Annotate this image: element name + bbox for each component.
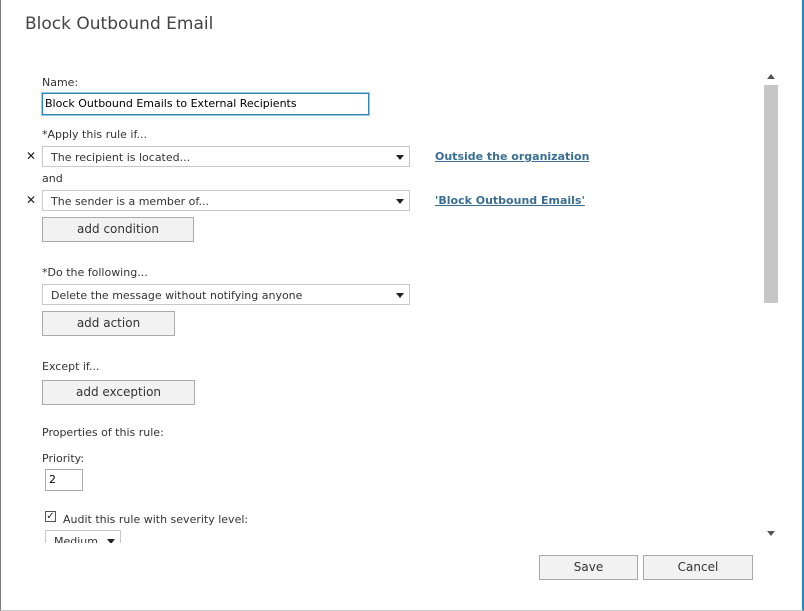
properties-label: Properties of this rule:	[42, 426, 164, 439]
chevron-down-icon	[396, 155, 404, 160]
remove-condition-1-icon[interactable]: ✕	[26, 149, 36, 163]
scroll-thumb[interactable]	[764, 85, 778, 303]
and-label: and	[42, 172, 63, 185]
condition-2-link[interactable]: 'Block Outbound Emails'	[435, 194, 585, 207]
form-scroll-area: Name: Block Outbound Emails to External …	[1, 68, 763, 543]
scroll-up-icon[interactable]	[767, 74, 775, 79]
scroll-down-icon[interactable]	[767, 531, 775, 536]
cancel-button[interactable]: Cancel	[643, 555, 753, 580]
action-select[interactable]: Delete the message without notifying any…	[42, 284, 410, 305]
dialog-window: Block Outbound Email Name: Block Outboun…	[0, 0, 804, 611]
dialog-title: Block Outbound Email	[25, 14, 214, 34]
condition-1-select-value: The recipient is located...	[51, 151, 191, 164]
condition-1-select[interactable]: The recipient is located...	[42, 146, 410, 167]
apply-rule-label: *Apply this rule if...	[42, 128, 148, 141]
remove-condition-2-icon[interactable]: ✕	[26, 193, 36, 207]
chevron-down-icon	[396, 293, 404, 298]
severity-select[interactable]: Medium	[45, 530, 121, 543]
condition-2-select-value: The sender is a member of...	[51, 195, 209, 208]
add-exception-button[interactable]: add exception	[42, 380, 195, 405]
save-button[interactable]: Save	[539, 555, 638, 580]
checkmark-icon: ✓	[46, 511, 55, 522]
except-if-label: Except if...	[42, 360, 100, 373]
chevron-down-icon	[107, 539, 115, 543]
priority-input[interactable]: 2	[45, 469, 83, 491]
action-select-value: Delete the message without notifying any…	[51, 289, 303, 302]
name-input[interactable]: Block Outbound Emails to External Recipi…	[42, 93, 369, 115]
add-action-button[interactable]: add action	[42, 311, 175, 336]
priority-label: Priority:	[42, 452, 85, 465]
do-following-label: *Do the following...	[42, 266, 148, 279]
name-label: Name:	[42, 76, 79, 89]
add-condition-button[interactable]: add condition	[42, 217, 194, 242]
audit-checkbox[interactable]: ✓	[45, 511, 56, 522]
chevron-down-icon	[396, 199, 404, 204]
vertical-scrollbar[interactable]	[763, 68, 779, 543]
severity-select-value: Medium	[54, 535, 98, 543]
condition-1-link[interactable]: Outside the organization	[435, 150, 589, 163]
condition-2-select[interactable]: The sender is a member of...	[42, 190, 410, 211]
audit-label: Audit this rule with severity level:	[63, 513, 249, 526]
